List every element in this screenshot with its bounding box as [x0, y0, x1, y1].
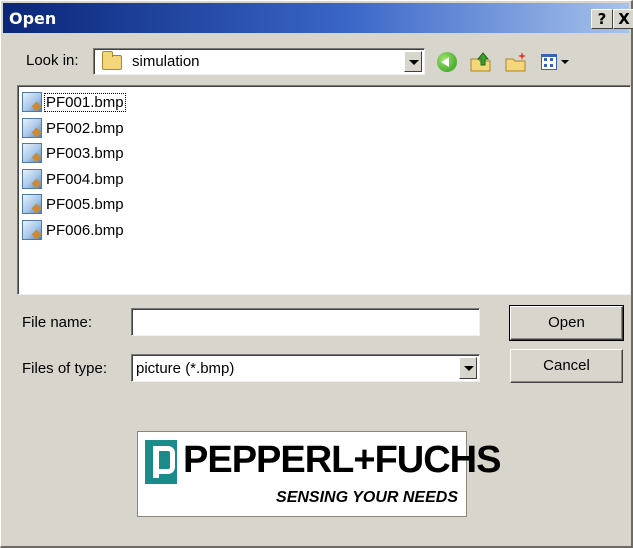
bitmap-file-icon — [22, 143, 42, 163]
up-folder-icon[interactable] — [469, 51, 493, 73]
file-list[interactable]: PF001.bmp PF002.bmp PF003.bmp PF004.bmp … — [17, 85, 631, 295]
close-button[interactable]: X — [613, 9, 633, 29]
dialog-title: Open — [9, 9, 57, 28]
open-button[interactable]: Open — [509, 305, 624, 341]
look-in-label: Look in: — [26, 52, 79, 69]
file-name-input[interactable] — [131, 308, 480, 336]
file-type-label: Files of type: — [22, 360, 108, 377]
help-button[interactable]: ? — [591, 9, 613, 29]
cancel-button[interactable]: Cancel — [510, 349, 623, 383]
file-item[interactable]: PF002.bmp — [22, 117, 125, 139]
views-menu-icon[interactable] — [539, 51, 573, 73]
bitmap-file-icon — [22, 194, 42, 214]
logo-mark-icon — [145, 440, 177, 484]
file-name: PF003.bmp — [46, 144, 124, 162]
file-name-label: File name: — [22, 314, 93, 331]
logo-tagline: SENSING YOUR NEEDS — [276, 489, 458, 506]
chevron-down-icon[interactable] — [404, 51, 422, 72]
look-in-dropdown[interactable]: simulation — [93, 48, 425, 75]
chevron-down-icon[interactable] — [459, 357, 477, 379]
file-type-value: picture (*.bmp) — [136, 360, 235, 377]
file-name: PF004.bmp — [46, 170, 124, 188]
file-name: PF005.bmp — [46, 195, 124, 213]
file-type-dropdown[interactable]: picture (*.bmp) — [131, 354, 480, 382]
open-dialog: Open ? X Look in: simulation PF001.bmp P… — [0, 0, 633, 548]
title-bar[interactable]: Open ? X — [3, 3, 633, 33]
file-item[interactable]: PF004.bmp — [22, 168, 125, 190]
file-name: PF006.bmp — [46, 221, 124, 239]
new-folder-icon[interactable] — [504, 51, 528, 73]
company-logo: PEPPERL+FUCHS SENSING YOUR NEEDS — [137, 431, 501, 517]
file-item[interactable]: PF005.bmp — [22, 193, 125, 215]
logo-name: PEPPERL+FUCHS — [183, 439, 501, 481]
back-icon[interactable] — [436, 51, 460, 73]
file-item[interactable]: PF006.bmp — [22, 219, 125, 241]
file-item[interactable]: PF003.bmp — [22, 142, 125, 164]
file-name: PF001.bmp — [44, 92, 126, 112]
file-item[interactable]: PF001.bmp — [22, 91, 126, 113]
chevron-down-icon — [561, 60, 569, 64]
bitmap-file-icon — [22, 118, 42, 138]
look-in-value: simulation — [132, 53, 200, 70]
bitmap-file-icon — [22, 92, 42, 112]
file-name: PF002.bmp — [46, 119, 124, 137]
folder-icon — [102, 51, 122, 70]
bitmap-file-icon — [22, 220, 42, 240]
bitmap-file-icon — [22, 169, 42, 189]
